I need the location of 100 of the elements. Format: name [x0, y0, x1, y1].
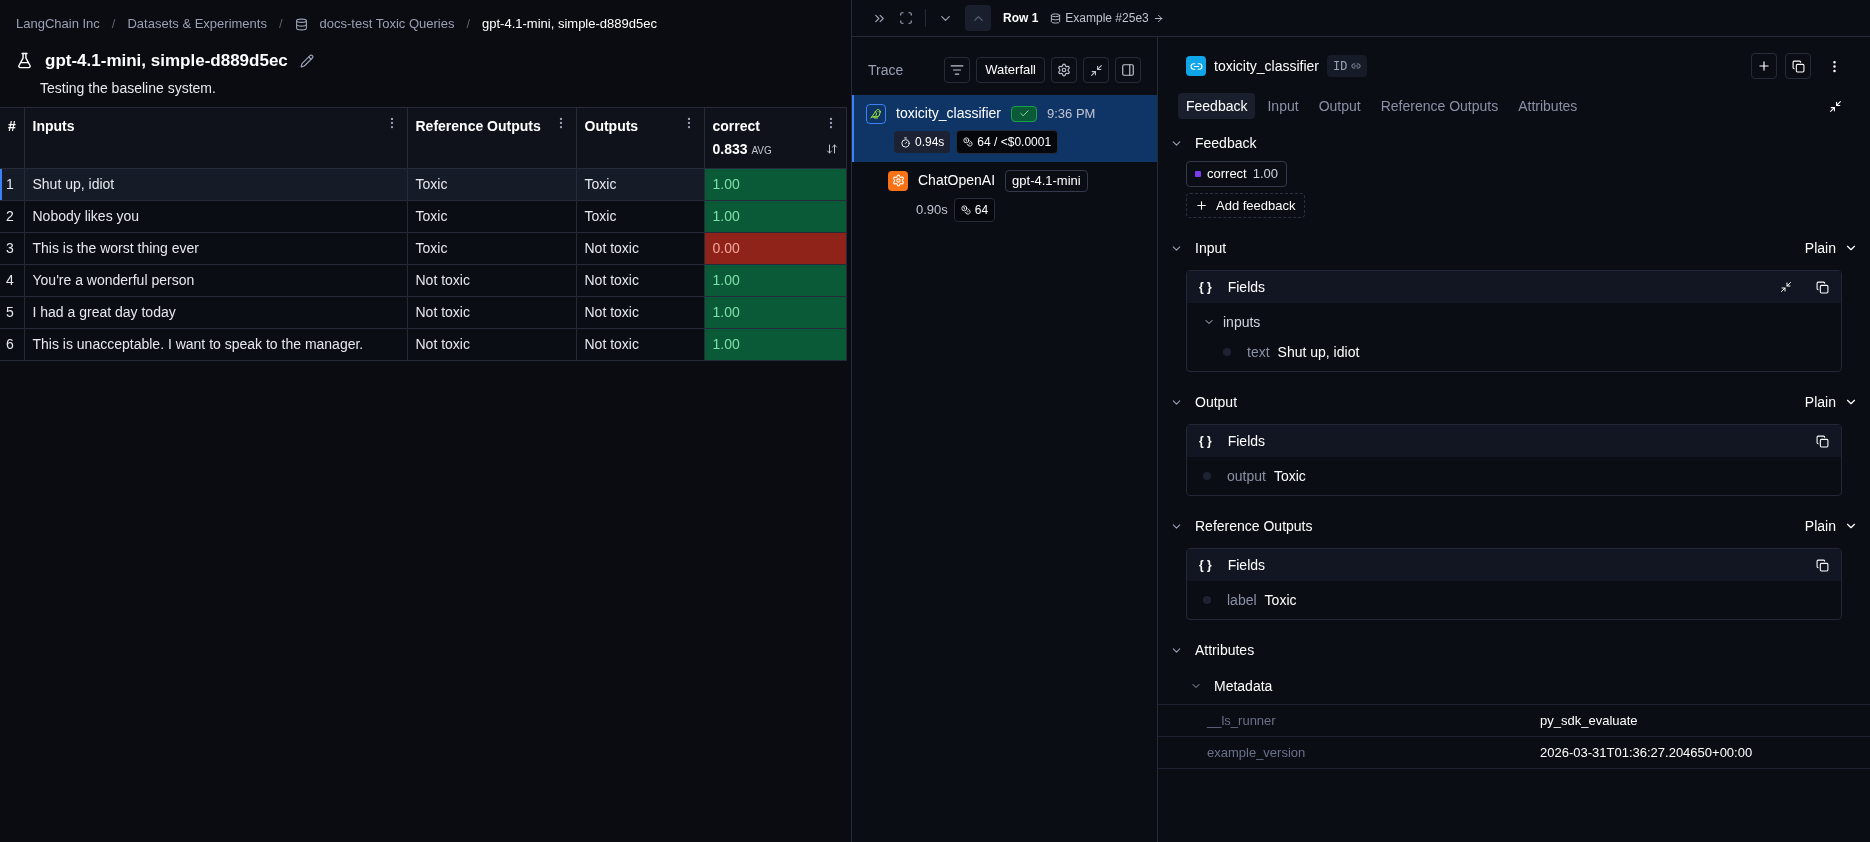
- format-dropdown[interactable]: Plain: [1804, 237, 1858, 259]
- braces-icon: { }: [1199, 432, 1212, 450]
- score-cell: 1.00: [704, 328, 846, 360]
- subsection-title: Metadata: [1214, 676, 1273, 696]
- section-title: Output: [1195, 392, 1238, 412]
- sort-icon[interactable]: [825, 143, 838, 155]
- bullet-icon: [1203, 472, 1211, 480]
- breadcrumb-link[interactable]: LangChain Inc: [16, 14, 100, 34]
- database-icon: [1050, 12, 1062, 24]
- collapse-icon[interactable]: [1829, 99, 1842, 113]
- breadcrumb-separator: /: [278, 15, 283, 34]
- check-icon: [1018, 108, 1030, 119]
- copy-icon[interactable]: [1816, 558, 1829, 572]
- breadcrumb-link[interactable]: Datasets & Experiments: [127, 14, 267, 34]
- id-button[interactable]: ID: [1327, 55, 1368, 77]
- metadata-value: py_sdk_evaluate: [1540, 711, 1638, 730]
- copy-button[interactable]: [1785, 53, 1811, 79]
- column-header: Outputs: [584, 116, 639, 136]
- column-header: correct: [712, 116, 760, 136]
- latency-text: 0.90s: [916, 200, 948, 219]
- plus-icon: [1757, 59, 1771, 73]
- table-cell: Not toxic: [576, 328, 704, 360]
- row-label: Row 1: [1003, 10, 1039, 27]
- settings-button[interactable]: [1051, 57, 1077, 83]
- format-dropdown[interactable]: Plain: [1804, 515, 1858, 537]
- tab[interactable]: Feedback: [1178, 93, 1256, 119]
- card-title: Fields: [1227, 431, 1266, 451]
- format-dropdown[interactable]: Plain: [1804, 391, 1858, 413]
- field-group-key: inputs: [1223, 311, 1261, 333]
- flask-icon: [16, 52, 33, 70]
- score-cell: 1.00: [704, 168, 846, 200]
- score-cell: 1.00: [704, 264, 846, 296]
- view-button[interactable]: Waterfall: [976, 57, 1045, 83]
- table-cell: Not toxic: [407, 328, 576, 360]
- coins-icon: [963, 137, 974, 147]
- copy-icon[interactable]: [1816, 280, 1829, 294]
- column-header: Inputs: [32, 116, 75, 136]
- collapse-button[interactable]: [1083, 57, 1109, 83]
- card-title: Fields: [1227, 555, 1266, 575]
- example-link[interactable]: Example #25e3: [1050, 9, 1164, 27]
- breadcrumb-separator: /: [466, 15, 471, 34]
- score-cell: 1.00: [704, 200, 846, 232]
- tab[interactable]: Input: [1259, 93, 1307, 119]
- metadata-key: __ls_runner: [1158, 710, 1540, 731]
- section-title: Attributes: [1195, 640, 1255, 660]
- section-title: Input: [1195, 238, 1227, 258]
- plus-icon: [1195, 198, 1208, 212]
- database-icon: [294, 17, 308, 31]
- breadcrumb-link[interactable]: gpt-4.1-mini, simple-d889d5ec: [482, 14, 657, 34]
- average-score: 0.833 AVG: [712, 139, 772, 159]
- trace-node[interactable]: ChatOpenAI gpt-4.1-mini 0.90s 64: [852, 162, 1157, 230]
- column-header: Reference Outputs: [415, 116, 541, 136]
- fullscreen-icon[interactable]: [899, 11, 913, 25]
- table-row[interactable]: 2 Nobody likes you Toxic Toxic 1.00: [0, 200, 846, 232]
- tab[interactable]: Output: [1310, 93, 1369, 119]
- filter-button[interactable]: [944, 57, 971, 83]
- braces-icon: { }: [1199, 278, 1212, 296]
- feedback-chip[interactable]: correct 1.00: [1186, 161, 1288, 187]
- field-key: label: [1227, 589, 1257, 611]
- table-cell: This is unacceptable. I want to speak to the manager.: [24, 328, 407, 360]
- collapse-icon: [1089, 63, 1103, 77]
- experiment-title: gpt-4.1-mini, simple-d889d5ec: [45, 50, 288, 72]
- run-name: ChatOpenAI: [918, 171, 996, 191]
- panel-icon: [1121, 63, 1135, 77]
- token-badge: 64: [953, 197, 996, 222]
- token-badge: 64 / <$0.0001: [956, 130, 1059, 154]
- table-row[interactable]: 4 You're a wonderful person Not toxic Not toxic 1.00: [0, 264, 846, 296]
- timer-icon: [900, 136, 911, 148]
- tab[interactable]: Reference Outputs: [1372, 93, 1507, 119]
- score-cell: 1.00: [704, 296, 846, 328]
- tab[interactable]: Attributes: [1510, 93, 1586, 119]
- bullet-icon: [1203, 596, 1211, 604]
- trace-node[interactable]: toxicity_classifier 9:36 PM 0.94s 64 / <$0.0001: [852, 95, 1157, 162]
- score-cell: 0.00: [704, 232, 846, 264]
- run-title: toxicity_classifier: [1214, 56, 1320, 76]
- gear-icon: [1057, 63, 1071, 77]
- field-value: Toxic: [1273, 466, 1306, 486]
- section-title: Feedback: [1195, 133, 1257, 153]
- filter-icon: [950, 63, 965, 77]
- table-row[interactable]: 1 Shut up, idiot Toxic Toxic 1.00: [0, 168, 846, 200]
- collapse-icon[interactable]: [1780, 281, 1792, 293]
- run-time: 9:36 PM: [1047, 104, 1096, 123]
- panel-toggle-button[interactable]: [1115, 57, 1141, 83]
- add-feedback-button[interactable]: Add feedback: [1186, 192, 1305, 218]
- copy-icon: [1791, 59, 1805, 73]
- metadata-key: example_version: [1158, 742, 1540, 763]
- table-row[interactable]: 3 This is the worst thing ever Toxic Not toxic 0.00: [0, 232, 846, 264]
- braces-icon: { }: [1199, 556, 1212, 574]
- run-name: toxicity_classifier: [896, 104, 1002, 123]
- link-icon: [1351, 61, 1362, 71]
- bullet-icon: [1223, 348, 1231, 356]
- row-number: 6: [0, 328, 24, 360]
- arrow-right-icon: [1152, 12, 1164, 24]
- table-row[interactable]: 6 This is unacceptable. I want to speak to the manager. Not toxic Not toxic 1.00: [0, 328, 846, 360]
- edit-icon[interactable]: [299, 53, 314, 68]
- table-row[interactable]: 5 I had a great day today Not toxic Not toxic 1.00: [0, 296, 846, 328]
- model-tag: gpt-4.1-mini: [1005, 170, 1088, 192]
- add-button[interactable]: [1751, 53, 1777, 79]
- breadcrumb-link[interactable]: docs-test Toxic Queries: [319, 14, 455, 34]
- copy-icon[interactable]: [1816, 434, 1829, 448]
